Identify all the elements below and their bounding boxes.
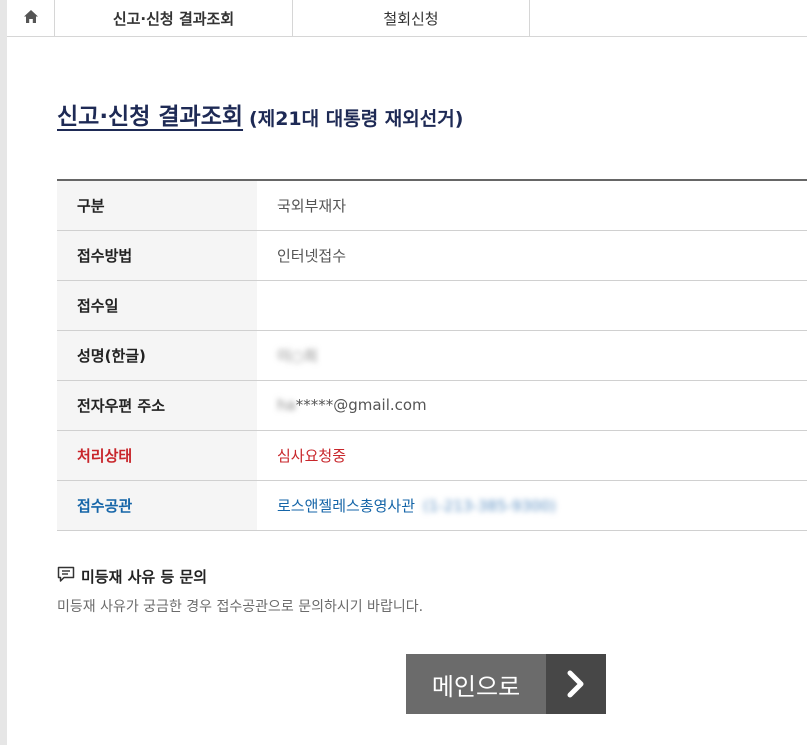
name-value: 이○희 [277,346,318,365]
tab-result-inquiry[interactable]: 신고·신청 결과조회 [55,0,293,36]
table-row: 접수방법 인터넷접수 [57,230,807,280]
top-tab-bar: 신고·신청 결과조회 철회신청 [7,0,807,37]
page-heading: 신고·신청 결과조회 (제21대 대통령 재외선거) [57,95,463,131]
row-label-category: 구분 [57,180,257,230]
row-label-office: 접수공관 [57,480,257,530]
table-row: 전자우편 주소 ha*****@gmail.com [57,380,807,430]
row-label-status: 처리상태 [57,430,257,480]
table-row: 접수일 [57,280,807,330]
row-value-method: 인터넷접수 [277,246,347,265]
table-row: 접수공관 로스앤젤레스총영사관 (1-213-385-9300) [57,480,807,530]
email-masked-prefix: ha [277,396,296,414]
go-main-button[interactable]: 메인으로 [406,654,606,714]
home-tab[interactable] [7,0,55,36]
tab-withdrawal[interactable]: 철회신청 [293,0,530,36]
inquiry-description: 미등재 사유가 궁금한 경우 접수공관으로 문의하시기 바랍니다. [57,599,424,615]
row-value-email: ha*****@gmail.com [257,380,807,430]
office-name: 로스앤젤레스총영사관 [277,496,416,515]
row-value-name: 이○희 [257,330,807,380]
table-row: 구분 국외부재자 [57,180,807,230]
row-label-email: 전자우편 주소 [57,380,257,430]
result-table: 구분 국외부재자 접수방법 인터넷접수 접수일 성명(한글) 이○희 전자우편 … [57,179,807,531]
table-row: 처리상태 심사요청중 [57,430,807,480]
page-subtitle: (제21대 대통령 재외선거) [249,108,464,130]
row-value-category: 국외부재자 [277,196,347,215]
row-value-status: 심사요청중 [277,446,347,465]
left-edge-bar [0,0,7,745]
office-phone: (1-213-385-9300) [423,496,556,515]
chevron-right-icon [546,654,606,714]
row-label-method: 접수방법 [57,230,257,280]
inquiry-title: 미등재 사유 등 문의 [81,568,208,586]
row-value-received-date [257,280,807,330]
go-main-label: 메인으로 [406,654,546,714]
table-row: 성명(한글) 이○희 [57,330,807,380]
home-icon [23,9,39,28]
row-label-received-date: 접수일 [57,280,257,330]
row-value-office: 로스앤젤레스총영사관 (1-213-385-9300) [257,480,807,530]
page-title: 신고·신청 결과조회 [57,104,244,130]
email-value: *****@gmail.com [295,396,427,414]
row-label-name: 성명(한글) [57,330,257,380]
chat-icon [57,566,81,587]
inquiry-heading: 미등재 사유 등 문의 [57,566,207,587]
